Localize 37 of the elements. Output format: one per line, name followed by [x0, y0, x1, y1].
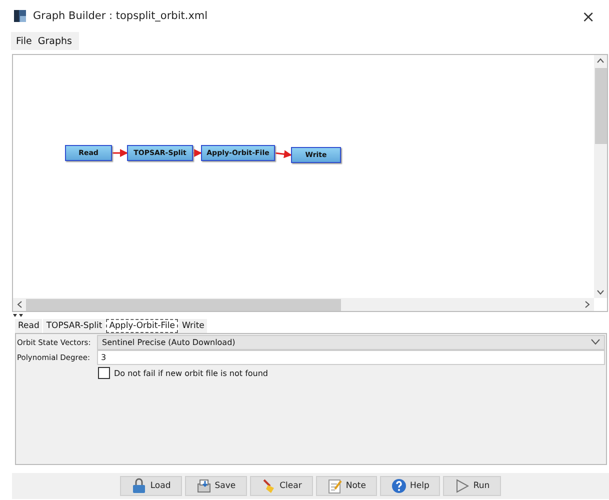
note-button[interactable]: Note — [316, 476, 377, 496]
vertical-scrollbar[interactable] — [594, 55, 607, 298]
tab[interactable]: Write — [178, 319, 208, 333]
broom-icon — [260, 478, 277, 494]
scroll-thumb[interactable] — [594, 68, 606, 144]
caret-icon — [591, 339, 600, 345]
notepad-icon — [326, 478, 343, 494]
tab[interactable]: TOPSAR-Split — [43, 319, 106, 333]
menu-item[interactable]: Graphs — [36, 36, 74, 46]
tab[interactable]: Read — [15, 319, 42, 333]
help-icon — [390, 478, 407, 494]
connector-arrow — [274, 150, 292, 158]
help-button[interactable]: Help — [380, 476, 440, 496]
scroll-thumb[interactable] — [26, 298, 341, 310]
connector-arrow — [193, 149, 202, 157]
connector-arrow — [112, 149, 128, 157]
horizontal-scrollbar[interactable] — [13, 298, 594, 311]
app-icon — [13, 9, 27, 23]
run-button[interactable]: Run — [443, 476, 501, 496]
scroll-down-icon[interactable] — [597, 290, 604, 295]
printer-icon — [196, 478, 212, 494]
input-field[interactable]: 3 — [97, 350, 605, 364]
dropdown[interactable]: Sentinel Precise (Auto Download) — [97, 334, 605, 350]
close-button[interactable]: × — [568, 6, 609, 26]
checkbox-label: Do not fail if new orbit file is not found — [114, 368, 268, 378]
checkbox[interactable] — [98, 367, 110, 379]
tab[interactable]: Apply-Orbit-File — [106, 319, 178, 333]
scroll-up-icon[interactable] — [597, 58, 604, 63]
load-button[interactable]: Load — [120, 476, 182, 496]
save-button[interactable]: Save — [184, 476, 247, 496]
play-icon — [454, 478, 470, 494]
window-title: Graph Builder : topsplit_orbit.xml — [33, 10, 209, 22]
clear-button[interactable]: Clear — [250, 476, 313, 496]
scroll-left-icon[interactable] — [17, 301, 22, 308]
menu-item[interactable]: File — [14, 36, 34, 46]
lock-icon — [131, 478, 148, 494]
scroll-right-icon[interactable] — [585, 301, 590, 308]
